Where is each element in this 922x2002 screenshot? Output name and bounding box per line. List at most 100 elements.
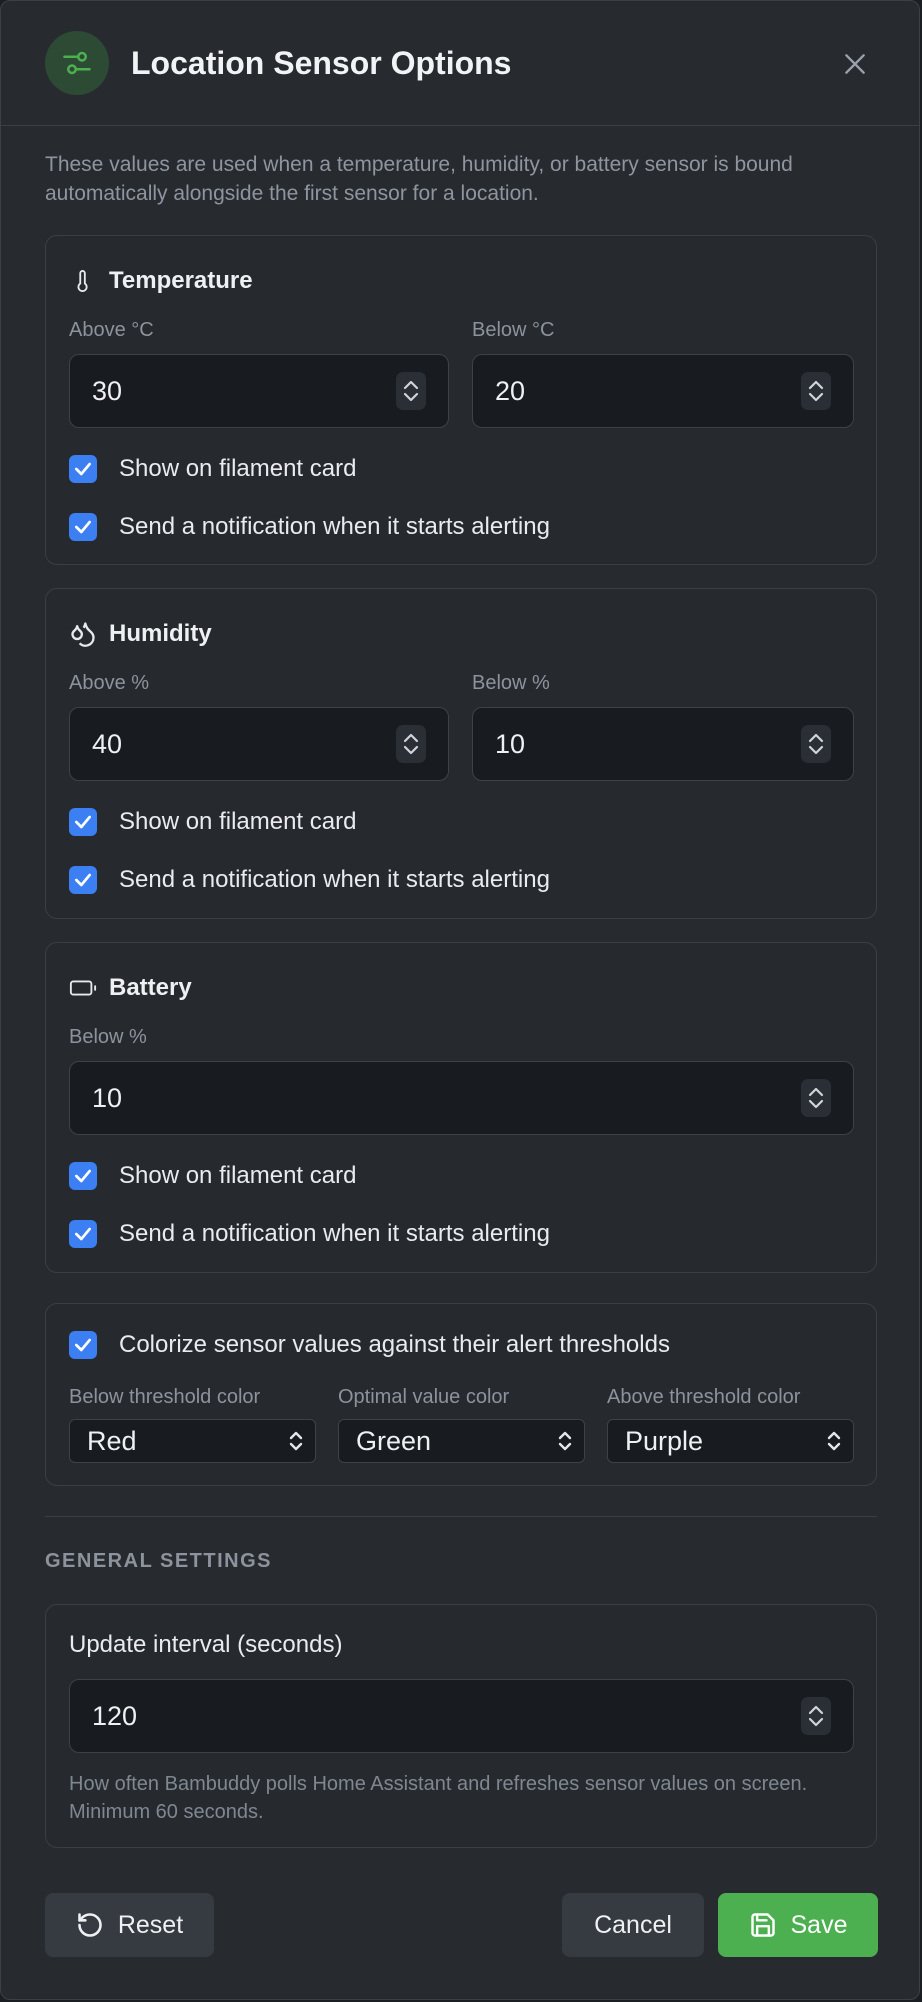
battery-title-row: Battery xyxy=(69,973,192,1003)
battery-card: Battery Below % 10 Show on filament card… xyxy=(45,942,877,1273)
battery-below-stepper[interactable] xyxy=(801,1079,831,1117)
chevrons-up-down-icon xyxy=(403,380,419,402)
update-interval-help: How often Bambuddy polls Home Assistant … xyxy=(69,1773,808,1823)
battery-notify-checkbox[interactable] xyxy=(69,1220,97,1248)
humidity-below-stepper[interactable] xyxy=(801,725,831,763)
temperature-above-input[interactable]: 30 xyxy=(69,354,449,428)
battery-show-on-card-label: Show on filament card xyxy=(119,1162,357,1189)
thermometer-icon xyxy=(69,267,97,295)
battery-below-input[interactable]: 10 xyxy=(69,1061,854,1135)
humidity-notify-checkbox[interactable] xyxy=(69,866,97,894)
temperature-above-label: Above °C xyxy=(69,319,154,341)
chevrons-up-down-icon xyxy=(808,1705,824,1727)
temperature-show-on-card-checkbox[interactable] xyxy=(69,455,97,483)
temperature-card: Temperature Above °C Below °C 30 20 Show… xyxy=(45,235,877,565)
humidity-notify-row[interactable]: Send a notification when it starts alert… xyxy=(69,865,550,895)
cancel-label: Cancel xyxy=(594,1910,672,1939)
droplets-icon xyxy=(69,620,97,648)
battery-notify-label: Send a notification when it starts alert… xyxy=(119,1220,550,1247)
close-button[interactable] xyxy=(835,44,875,84)
update-interval-label: Update interval (seconds) xyxy=(69,1631,343,1658)
temperature-above-value: 30 xyxy=(92,375,123,406)
general-settings-title: GENERAL SETTINGS xyxy=(45,1550,272,1572)
update-interval-stepper[interactable] xyxy=(801,1697,831,1735)
cancel-button[interactable]: Cancel xyxy=(562,1893,704,1957)
temperature-title-row: Temperature xyxy=(69,266,253,296)
humidity-below-input[interactable]: 10 xyxy=(472,707,854,781)
temperature-show-on-card-label: Show on filament card xyxy=(119,455,357,482)
chevrons-up-down-icon xyxy=(808,733,824,755)
temperature-title: Temperature xyxy=(109,267,253,294)
check-icon xyxy=(75,1169,91,1183)
battery-icon xyxy=(69,974,97,1002)
temperature-below-stepper[interactable] xyxy=(801,372,831,410)
temperature-below-label: Below °C xyxy=(472,319,555,341)
above-color-select[interactable]: Purple xyxy=(607,1419,854,1463)
save-label: Save xyxy=(790,1910,848,1939)
humidity-show-on-card-row[interactable]: Show on filament card xyxy=(69,807,356,837)
chevrons-up-down-icon xyxy=(808,380,824,402)
dialog-description: These values are used when a temperature… xyxy=(45,153,793,205)
humidity-below-value: 10 xyxy=(495,728,526,759)
chevrons-up-down-icon xyxy=(403,733,419,755)
sliders-icon xyxy=(45,31,109,95)
update-interval-input[interactable]: 120 xyxy=(69,1679,854,1753)
humidity-title: Humidity xyxy=(109,620,212,647)
optimal-color-label: Optimal value color xyxy=(338,1386,510,1408)
humidity-notify-label: Send a notification when it starts alert… xyxy=(119,866,550,893)
chevrons-up-down-icon xyxy=(827,1431,841,1451)
temperature-notify-label: Send a notification when it starts alert… xyxy=(119,513,550,540)
battery-title: Battery xyxy=(109,974,192,1001)
humidity-title-row: Humidity xyxy=(69,619,212,649)
battery-below-label: Below % xyxy=(69,1026,147,1048)
below-color-label: Below threshold color xyxy=(69,1386,261,1408)
general-settings-card: Update interval (seconds) 120 How often … xyxy=(45,1604,877,1848)
colorize-row[interactable]: Colorize sensor values against their ale… xyxy=(69,1330,670,1360)
check-icon xyxy=(75,1227,91,1241)
battery-show-on-card-row[interactable]: Show on filament card xyxy=(69,1161,356,1191)
humidity-show-on-card-checkbox[interactable] xyxy=(69,808,97,836)
colorize-label: Colorize sensor values against their ale… xyxy=(119,1331,670,1358)
temperature-below-value: 20 xyxy=(495,375,526,406)
battery-below-value: 10 xyxy=(92,1082,123,1113)
chevrons-up-down-icon xyxy=(558,1431,572,1451)
below-color-select[interactable]: Red xyxy=(69,1419,316,1463)
below-color-value: Red xyxy=(87,1425,137,1456)
humidity-card: Humidity Above % Below % 40 10 Show on f… xyxy=(45,588,877,919)
check-icon xyxy=(75,815,91,829)
save-icon xyxy=(750,1913,775,1937)
humidity-below-label: Below % xyxy=(472,672,550,694)
temperature-show-on-card-row[interactable]: Show on filament card xyxy=(69,454,356,484)
dialog-title: Location Sensor Options xyxy=(131,44,512,81)
temperature-below-input[interactable]: 20 xyxy=(472,354,854,428)
colorize-checkbox[interactable] xyxy=(69,1331,97,1359)
close-icon xyxy=(845,54,865,74)
check-icon xyxy=(75,873,91,887)
chevrons-up-down-icon xyxy=(808,1087,824,1109)
humidity-above-input[interactable]: 40 xyxy=(69,707,449,781)
humidity-show-on-card-label: Show on filament card xyxy=(119,808,357,835)
reset-label: Reset xyxy=(117,1910,184,1939)
check-icon xyxy=(75,520,91,534)
optimal-color-select[interactable]: Green xyxy=(338,1419,585,1463)
humidity-above-value: 40 xyxy=(92,728,123,759)
optimal-color-value: Green xyxy=(356,1425,432,1456)
save-button[interactable]: Save xyxy=(718,1893,878,1957)
temperature-notify-checkbox[interactable] xyxy=(69,513,97,541)
temperature-above-stepper[interactable] xyxy=(396,372,426,410)
update-interval-value: 120 xyxy=(92,1700,138,1731)
temperature-notify-row[interactable]: Send a notification when it starts alert… xyxy=(69,512,550,542)
above-color-value: Purple xyxy=(625,1425,704,1456)
check-icon xyxy=(75,1338,91,1352)
rotate-ccw-icon xyxy=(78,1913,102,1937)
dialog-header: Location Sensor Options xyxy=(1,1,919,126)
humidity-above-stepper[interactable] xyxy=(396,725,426,763)
chevrons-up-down-icon xyxy=(289,1431,303,1451)
humidity-above-label: Above % xyxy=(69,672,150,694)
reset-button[interactable]: Reset xyxy=(45,1893,214,1957)
check-icon xyxy=(75,462,91,476)
section-divider xyxy=(45,1516,877,1517)
battery-notify-row[interactable]: Send a notification when it starts alert… xyxy=(69,1219,550,1249)
above-color-label: Above threshold color xyxy=(607,1386,801,1408)
battery-show-on-card-checkbox[interactable] xyxy=(69,1162,97,1190)
